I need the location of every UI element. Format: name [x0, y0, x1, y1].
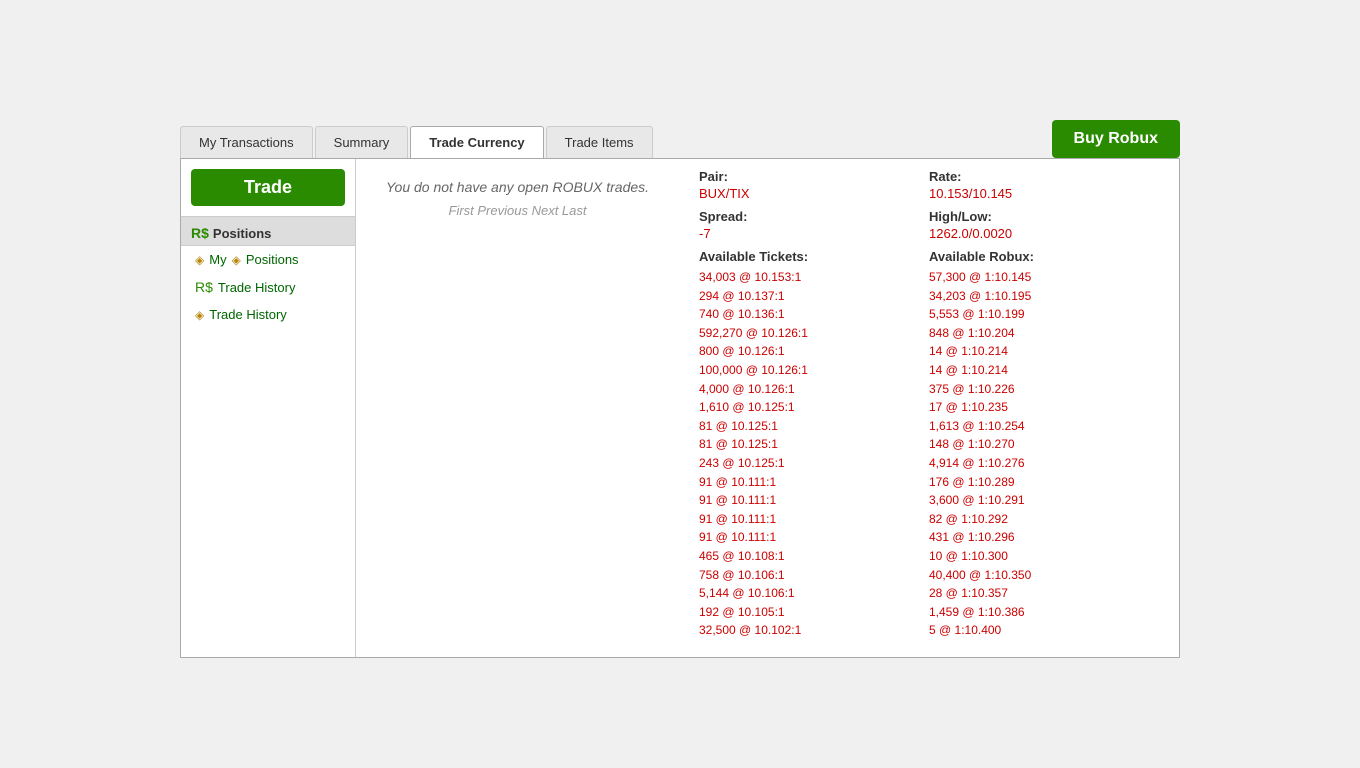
robux-list-item: 848 @ 1:10.204	[929, 324, 1159, 343]
center-panel: You do not have any open ROBUX trades. F…	[356, 159, 679, 657]
ticket-list-item: 294 @ 10.137:1	[699, 287, 929, 306]
ticket-list-item: 243 @ 10.125:1	[699, 454, 929, 473]
robux-list-item: 3,600 @ 1:10.291	[929, 491, 1159, 510]
rate-label: Rate:	[929, 169, 1159, 184]
robux-list-item: 10 @ 1:10.300	[929, 547, 1159, 566]
tabs-container: My Transactions Summary Trade Currency T…	[180, 126, 655, 158]
robux-icon2: R$	[195, 279, 213, 295]
robux-list-item: 82 @ 1:10.292	[929, 510, 1159, 529]
ticket-list-item: 465 @ 10.108:1	[699, 547, 929, 566]
ticket-icon3: ◈	[195, 308, 204, 322]
spread-value: -7	[699, 226, 929, 241]
no-trades-message: You do not have any open ROBUX trades.	[376, 179, 659, 195]
sidebar-item-ticket-trade-history[interactable]: ◈ Trade History	[181, 301, 355, 328]
ticket-list-item: 740 @ 10.136:1	[699, 305, 929, 324]
pair-label: Pair:	[699, 169, 929, 184]
rate-value: 10.153/10.145	[929, 186, 1159, 201]
robux-list-item: 431 @ 1:10.296	[929, 528, 1159, 547]
ticket-list-item: 100,000 @ 10.126:1	[699, 361, 929, 380]
ticket-list-item: 5,144 @ 10.106:1	[699, 584, 929, 603]
market-col-right: Rate: 10.153/10.145 High/Low: 1262.0/0.0…	[929, 169, 1159, 640]
ticket-list-item: 758 @ 10.106:1	[699, 566, 929, 585]
robux-list-item: 34,203 @ 1:10.195	[929, 287, 1159, 306]
sidebar-robux-positions-header[interactable]: R$ Positions	[181, 216, 355, 246]
tickets-header: Available Tickets:	[699, 249, 929, 264]
ticket-list-item: 800 @ 10.126:1	[699, 342, 929, 361]
ticket-list-item: 4,000 @ 10.126:1	[699, 380, 929, 399]
robux-list-item: 17 @ 1:10.235	[929, 398, 1159, 417]
ticket-list-item: 91 @ 10.111:1	[699, 510, 929, 529]
robux-list-item: 375 @ 1:10.226	[929, 380, 1159, 399]
robux-list-item: 40,400 @ 1:10.350	[929, 566, 1159, 585]
robux-list-item: 1,459 @ 1:10.386	[929, 603, 1159, 622]
ticket-icon2: ◈	[232, 253, 241, 267]
ticket-list-item: 1,610 @ 10.125:1	[699, 398, 929, 417]
robux-list-item: 5 @ 1:10.400	[929, 621, 1159, 640]
robux-list-item: 176 @ 1:10.289	[929, 473, 1159, 492]
robux-list-item: 14 @ 1:10.214	[929, 361, 1159, 380]
ticket-list-item: 81 @ 10.125:1	[699, 417, 929, 436]
tab-trade-items[interactable]: Trade Items	[546, 126, 653, 158]
ticket-list-item: 592,270 @ 10.126:1	[699, 324, 929, 343]
ticket-list-item: 32,500 @ 10.102:1	[699, 621, 929, 640]
sidebar-item-robux-trade-history[interactable]: R$ Trade History	[181, 273, 355, 301]
buy-robux-button[interactable]: Buy Robux	[1052, 120, 1180, 158]
robux-list-item: 5,553 @ 1:10.199	[929, 305, 1159, 324]
robux-list-item: 4,914 @ 1:10.276	[929, 454, 1159, 473]
ticket-list-item: 91 @ 10.111:1	[699, 491, 929, 510]
trade-button[interactable]: Trade	[191, 169, 345, 206]
market-col-left: Pair: BUX/TIX Spread: -7 Available Ticke…	[699, 169, 929, 640]
robux-list-item: 14 @ 1:10.214	[929, 342, 1159, 361]
robux-list-item: 28 @ 1:10.357	[929, 584, 1159, 603]
tabs-bar: My Transactions Summary Trade Currency T…	[180, 120, 1180, 158]
spread-label: Spread:	[699, 209, 929, 224]
ticket-list-item: 91 @ 10.111:1	[699, 473, 929, 492]
high-low-value: 1262.0/0.0020	[929, 226, 1159, 241]
high-low-label: High/Low:	[929, 209, 1159, 224]
tab-summary[interactable]: Summary	[315, 126, 409, 158]
tab-my-transactions[interactable]: My Transactions	[180, 126, 313, 158]
ticket-list-item: 81 @ 10.125:1	[699, 435, 929, 454]
pair-value: BUX/TIX	[699, 186, 929, 201]
robux-list-item: 57,300 @ 1:10.145	[929, 268, 1159, 287]
ticket-icon: ◈	[195, 253, 204, 267]
tab-trade-currency[interactable]: Trade Currency	[410, 126, 543, 158]
robux-list-item: 148 @ 1:10.270	[929, 435, 1159, 454]
market-panel: Pair: BUX/TIX Spread: -7 Available Ticke…	[679, 159, 1179, 657]
robux-list: 57,300 @ 1:10.14534,203 @ 1:10.1955,553 …	[929, 268, 1159, 640]
ticket-list-item: 91 @ 10.111:1	[699, 528, 929, 547]
main-content: Trade R$ Positions ◈ My ◈ Positions R$ T…	[180, 158, 1180, 658]
pagination-links: First Previous Next Last	[376, 203, 659, 218]
ticket-list-item: 34,003 @ 10.153:1	[699, 268, 929, 287]
sidebar: Trade R$ Positions ◈ My ◈ Positions R$ T…	[181, 159, 356, 657]
market-grid: Pair: BUX/TIX Spread: -7 Available Ticke…	[699, 169, 1159, 640]
robux-icon: R$	[191, 225, 209, 241]
ticket-list-item: 192 @ 10.105:1	[699, 603, 929, 622]
robux-header: Available Robux:	[929, 249, 1159, 264]
robux-list-item: 1,613 @ 1:10.254	[929, 417, 1159, 436]
tickets-list: 34,003 @ 10.153:1294 @ 10.137:1740 @ 10.…	[699, 268, 929, 640]
sidebar-item-ticket-positions[interactable]: ◈ My ◈ Positions	[181, 246, 355, 273]
